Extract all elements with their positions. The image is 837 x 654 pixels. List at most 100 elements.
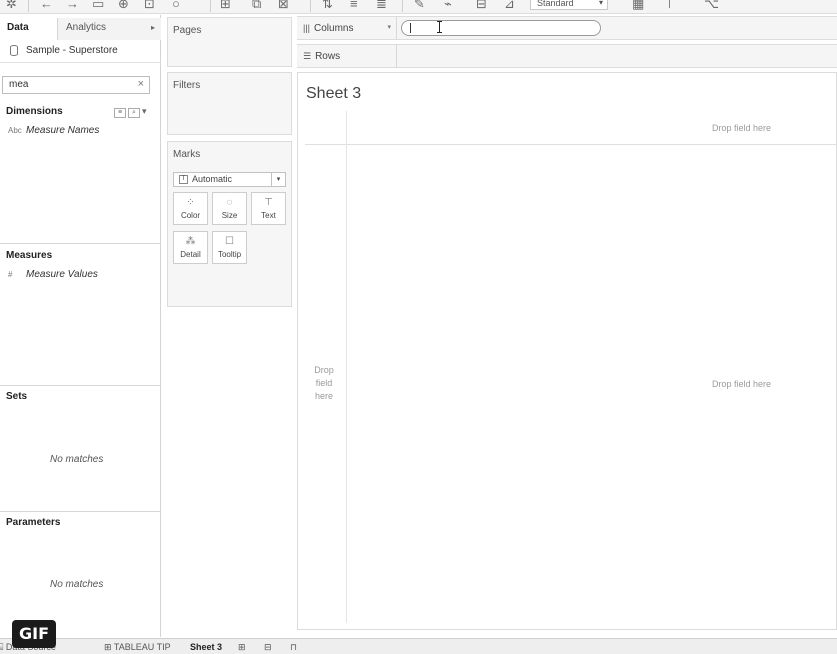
chevron-down-icon[interactable]: ▾	[142, 106, 147, 116]
tab-sheet-3[interactable]: Sheet 3	[190, 641, 222, 653]
tab-tableau-tip[interactable]: ⊞ TABLEAU TIP	[104, 641, 171, 653]
filters-card-title: Filters	[173, 80, 201, 91]
fix-axes-icon[interactable]: ⊿	[504, 0, 515, 11]
section-title-dimensions: Dimensions	[6, 106, 63, 117]
size-icon: ◌	[226, 197, 233, 208]
new-worksheet-icon[interactable]: ⊞	[220, 0, 231, 11]
chevron-down-icon[interactable]: ▸	[151, 18, 155, 38]
close-icon[interactable]: ×	[138, 78, 144, 90]
sets-empty-text: No matches	[50, 454, 104, 465]
highlight-icon[interactable]: ✎	[414, 0, 425, 11]
columns-label: Columns	[314, 23, 354, 34]
section-title-parameters: Parameters	[6, 517, 61, 528]
text-button[interactable]: ⊤ Text	[251, 192, 286, 225]
undo-icon[interactable]: ←	[40, 0, 53, 11]
datasource-item[interactable]: Sample - Superstore	[0, 41, 161, 63]
chevron-down-icon[interactable]: ▾	[271, 173, 285, 186]
dimensions-tools: ≡ ⌕ ▾	[114, 106, 147, 118]
filters-card[interactable]: Filters	[167, 72, 292, 135]
swap-icon[interactable]: ⇅	[322, 0, 333, 11]
field-measure-names[interactable]: Abc Measure Names	[8, 125, 99, 136]
columns-shelf[interactable]: ||| Columns ▾	[297, 16, 837, 40]
toolbar-separator	[310, 0, 311, 12]
toolbar-separator	[28, 0, 29, 12]
drop-zone-rows[interactable]: Drop field here	[306, 364, 342, 403]
tooltip-icon: ☐	[225, 236, 234, 247]
chevron-down-icon: ▾	[598, 0, 603, 7]
tab-data[interactable]: Data	[0, 18, 58, 40]
toolbar-separator	[210, 0, 211, 12]
new-dashboard-icon[interactable]: ⊟	[264, 641, 272, 653]
mark-type-select[interactable]: T Automatic ▾	[173, 172, 286, 187]
parameters-empty-text: No matches	[50, 579, 104, 590]
sheet-tabs-bar: ⌸ Data Source ⊞ TABLEAU TIP Sheet 3 ⊞ ⊟ …	[0, 638, 837, 654]
labels-icon[interactable]: ⊟	[476, 0, 487, 11]
view-toggle-icon[interactable]: ≡	[114, 108, 126, 118]
size-button[interactable]: ◌ Size	[212, 192, 247, 225]
columns-pill-input[interactable]	[401, 20, 601, 36]
section-title-measures: Measures	[6, 250, 53, 261]
size-button-label: Size	[221, 211, 238, 220]
redo-icon[interactable]: →	[66, 0, 79, 11]
save-icon[interactable]: ▭	[92, 0, 104, 11]
tab-analytics-label: Analytics	[66, 22, 107, 33]
field-label: Measure Names	[26, 125, 100, 136]
columns-shelf-label: ||| Columns ▾	[297, 17, 397, 39]
new-datasource-icon[interactable]: ⊕	[118, 0, 129, 11]
search-input[interactable]: mea	[9, 79, 28, 90]
tableau-logo-icon[interactable]: ✲	[6, 0, 17, 11]
search-field[interactable]: mea ×	[2, 76, 150, 94]
rows-shelf[interactable]: ☰ Rows	[297, 44, 837, 68]
share-icon[interactable]: ⌥	[704, 0, 719, 11]
detail-button-label: Detail	[180, 250, 201, 259]
duplicate-icon[interactable]: ⧉	[252, 0, 261, 11]
field-measure-values[interactable]: # Measure Values	[8, 269, 98, 280]
divider	[0, 243, 161, 244]
rows-icon: ☰	[303, 51, 312, 61]
divider	[305, 144, 837, 145]
detail-icon: ⁂	[185, 236, 196, 247]
color-button[interactable]: ⁘ Color	[173, 192, 208, 225]
sort-desc-icon[interactable]: ≣	[376, 0, 387, 11]
fit-select[interactable]: Standard ▾	[530, 0, 608, 10]
field-label: Measure Values	[26, 269, 98, 280]
color-button-label: Color	[180, 211, 201, 220]
mark-type-value: Automatic	[192, 174, 233, 184]
database-icon	[10, 45, 18, 56]
rows-shelf-label: ☰ Rows	[297, 45, 397, 67]
sheet-view[interactable]: Sheet 3 Drop field here Drop field here …	[297, 72, 837, 630]
fit-select-value: Standard	[537, 0, 574, 8]
show-cards-icon[interactable]: ▦	[632, 0, 644, 11]
detail-button[interactable]: ⁂ Detail	[173, 231, 208, 264]
search-icon[interactable]: ⌕	[128, 108, 140, 118]
color-dots-icon: ⁘	[186, 197, 195, 208]
presentation-icon[interactable]: ⊤	[664, 0, 675, 11]
pause-updates-icon[interactable]: ⊡	[144, 0, 155, 11]
string-field-icon: Abc	[8, 126, 22, 135]
new-story-icon[interactable]: ⊓	[290, 641, 297, 653]
group-icon[interactable]: ⌁	[444, 0, 452, 11]
text-cursor	[410, 23, 411, 33]
new-worksheet-icon[interactable]: ⊞	[238, 641, 246, 653]
clear-sheet-icon[interactable]: ⊠	[278, 0, 289, 11]
drop-zone-columns[interactable]: Drop field here	[712, 123, 771, 133]
drop-zone-center[interactable]: Drop field here	[712, 379, 771, 389]
marks-card-title: Marks	[173, 149, 201, 160]
text-button-label: Text	[261, 211, 276, 220]
pages-card[interactable]: Pages	[167, 17, 292, 67]
tooltip-button[interactable]: ☐ Tooltip	[212, 231, 247, 264]
chevron-down-icon[interactable]: ▾	[387, 17, 391, 39]
number-field-icon: #	[8, 270, 13, 279]
refresh-icon[interactable]: ○	[172, 0, 180, 11]
mouse-cursor-icon	[437, 21, 443, 33]
rows-label: Rows	[315, 51, 341, 62]
gif-badge: GIF	[12, 620, 56, 648]
pages-card-title: Pages	[173, 25, 202, 36]
text-icon: ⊤	[264, 197, 273, 208]
datasource-label: Sample - Superstore	[26, 45, 118, 56]
columns-icon: |||	[303, 23, 311, 33]
sheet-title[interactable]: Sheet 3	[306, 85, 361, 103]
sort-asc-icon[interactable]: ≡	[350, 0, 358, 11]
text-mark-icon: T	[179, 175, 188, 184]
tab-analytics[interactable]: Analytics ▸	[58, 18, 161, 40]
